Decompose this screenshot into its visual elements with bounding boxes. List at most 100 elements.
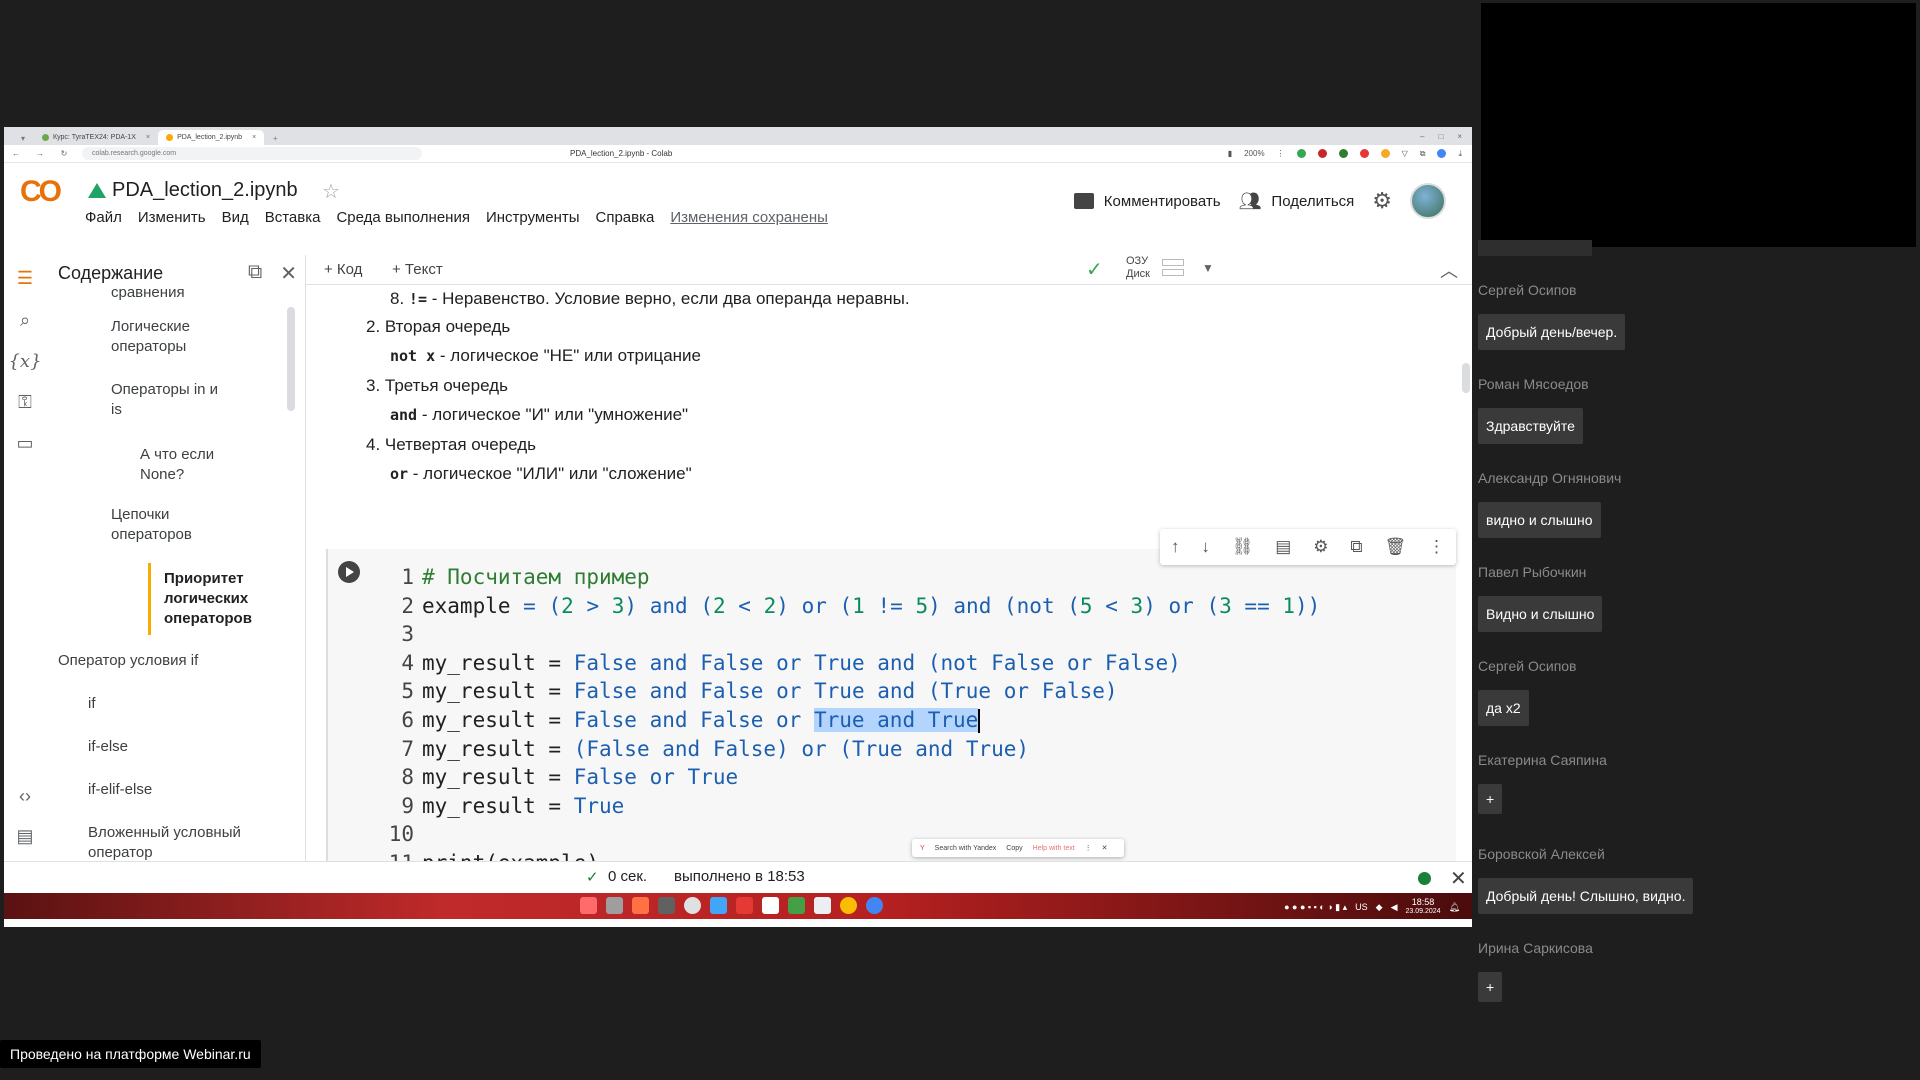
comment-cell-icon[interactable]: ▤	[1275, 537, 1291, 557]
keyboard-layout[interactable]: US	[1355, 902, 1368, 912]
filter-icon[interactable]: ▽	[1402, 149, 1408, 158]
zoom-indicator[interactable]: 200%	[1244, 149, 1264, 158]
popup-close-icon[interactable]: ✕	[1102, 844, 1108, 852]
terminal-app-icon[interactable]	[658, 897, 675, 914]
menu-insert[interactable]: Вставка	[265, 209, 321, 226]
menu-help[interactable]: Справка	[596, 209, 655, 226]
code-line[interactable]: 7 my_result = (False and False) or (True …	[384, 735, 1320, 764]
tray-icons[interactable]: ● ● ● ▪ ▪ ◐ ◑ ▮ ▴	[1284, 902, 1347, 913]
toc-item[interactable]: Оператор условия if	[58, 651, 198, 671]
code-line[interactable]: 11 print(example)	[384, 849, 1320, 861]
folder-icon[interactable]: ▭	[12, 430, 38, 456]
extension-icon[interactable]	[1380, 149, 1390, 158]
code-line[interactable]: 6 my_result = False and False or True and…	[384, 706, 1320, 735]
menu-file[interactable]: Файл	[85, 209, 122, 226]
colab-logo[interactable]: CO	[20, 175, 62, 209]
terminal-icon[interactable]: ▤	[12, 823, 38, 849]
add-text-button[interactable]: + Текст	[392, 261, 443, 278]
chevron-down-icon[interactable]: ▼	[1202, 261, 1214, 275]
variables-icon[interactable]: {x}	[8, 348, 41, 374]
more-options-icon[interactable]: ⋮	[1428, 537, 1445, 557]
tab-search-icon[interactable]: ▾	[12, 131, 34, 145]
move-down-icon[interactable]: ↓	[1201, 537, 1210, 557]
avatar[interactable]	[1410, 183, 1446, 219]
copy-button[interactable]: Copy	[1006, 845, 1022, 852]
puzzle-icon[interactable]: ⧉	[1420, 149, 1426, 159]
app-icon[interactable]	[632, 897, 649, 914]
key-icon[interactable]: ⚿	[12, 389, 38, 415]
code-line[interactable]: 4 my_result = False and False or True and…	[384, 649, 1320, 678]
toc-icon[interactable]: ☰	[12, 265, 38, 291]
app-icon[interactable]	[736, 897, 753, 914]
download-icon[interactable]: ⤓	[1458, 149, 1462, 159]
link-icon[interactable]: ⛓	[1232, 537, 1254, 557]
move-up-icon[interactable]: ↑	[1171, 537, 1180, 557]
search-icon[interactable]: ⌕	[12, 307, 38, 333]
more-icon[interactable]: ⋮	[1277, 149, 1285, 158]
help-text-button[interactable]: Help with text	[1033, 845, 1075, 852]
menu-tools[interactable]: Инструменты	[486, 209, 580, 226]
new-tab-icon[interactable]: +	[264, 131, 286, 145]
toc-scrollbar[interactable]	[287, 307, 295, 411]
app-icon[interactable]	[814, 897, 831, 914]
chevron-up-icon[interactable]: ︿	[1440, 257, 1458, 283]
files-icon[interactable]	[606, 897, 623, 914]
open-in-tab-icon[interactable]: ⧉	[248, 261, 262, 286]
app-icon[interactable]	[684, 897, 701, 914]
code-line[interactable]: 8 my_result = False or True	[384, 763, 1320, 792]
toc-item[interactable]: Вложенный условный оператор	[88, 823, 268, 861]
close-icon[interactable]: ✕	[280, 261, 297, 286]
window-close-icon[interactable]: ×	[1457, 132, 1462, 141]
toc-item[interactable]: сравнения	[111, 283, 185, 303]
popup-more-icon[interactable]: ⋮	[1085, 844, 1092, 852]
chrome-icon[interactable]	[866, 897, 883, 914]
yandex-browser-icon[interactable]	[762, 897, 779, 914]
menu-view[interactable]: Вид	[222, 209, 249, 226]
settings-gear-icon[interactable]: ⚙	[1372, 188, 1392, 214]
profile-icon[interactable]	[1437, 149, 1447, 158]
toc-item[interactable]: Операторы in и is	[111, 380, 231, 420]
notification-icon[interactable]: 🔔︎	[1449, 902, 1460, 913]
runtime-status-icon[interactable]	[1418, 872, 1431, 885]
saved-status[interactable]: Изменения сохранены	[670, 209, 828, 226]
notebook-title[interactable]: PDA_lection_2.ipynb	[112, 179, 298, 202]
code-editor[interactable]: 1 # Посчитаем пример 2 example = (2 > 3) an…	[384, 563, 1321, 861]
toc-item[interactable]: if-else	[88, 737, 128, 757]
forward-icon[interactable]: →	[28, 149, 52, 158]
close-tab-icon[interactable]: ×	[146, 134, 150, 141]
google-drive-icon[interactable]	[88, 183, 106, 198]
code-line[interactable]: 3	[384, 620, 1320, 649]
extension-icon[interactable]	[1296, 149, 1306, 158]
telegram-icon[interactable]	[710, 897, 727, 914]
extension-icon[interactable]	[1317, 149, 1327, 158]
pycharm-icon[interactable]	[788, 897, 805, 914]
code-line[interactable]: 1 # Посчитаем пример	[384, 563, 1320, 592]
mirror-cell-icon[interactable]: ⧉	[1350, 537, 1362, 557]
browser-tab-colab[interactable]: PDA_lection_2.ipynb ×	[158, 130, 265, 145]
code-snippets-icon[interactable]: ‹›	[12, 783, 38, 809]
toc-item-active[interactable]: Приоритет логических операторов	[164, 569, 274, 629]
share-button[interactable]: 👥︎ Поделиться	[1239, 191, 1355, 212]
code-cell[interactable]: ↑ ↓ ⛓ ▤ ⚙ ⧉ 🗑︎ ⋮ 1 # Посчитаем пример 2 exa…	[326, 529, 1456, 861]
extension-icon[interactable]	[1338, 149, 1348, 158]
clock[interactable]: 18:58 23.09.2024	[1406, 898, 1441, 916]
run-cell-button[interactable]	[338, 561, 360, 583]
back-icon[interactable]: ←	[4, 149, 28, 158]
url-input[interactable]: colab.research.google.com	[82, 147, 422, 160]
code-line[interactable]: 5 my_result = False and False or True and…	[384, 677, 1320, 706]
toc-item[interactable]: if	[88, 694, 96, 714]
code-line[interactable]: 10	[384, 820, 1320, 849]
search-yandex-button[interactable]: Search with Yandex	[935, 845, 997, 852]
app-icon[interactable]	[580, 897, 597, 914]
reload-icon[interactable]: ↻	[52, 149, 76, 158]
resources-indicator[interactable]: ОЗУ Диск	[1126, 255, 1150, 281]
toc-item[interactable]: Цепочки операторов	[111, 505, 221, 545]
code-line[interactable]: 2 example = (2 > 3) and (2 < 2) or (1 != …	[384, 592, 1320, 621]
network-icon[interactable]: ◆	[1376, 902, 1383, 913]
cell-settings-icon[interactable]: ⚙	[1313, 537, 1328, 557]
close-tab-icon[interactable]: ×	[252, 134, 256, 141]
delete-icon[interactable]: 🗑︎	[1384, 537, 1406, 557]
add-code-button[interactable]: + Код	[324, 261, 362, 278]
check-icon[interactable]: ✓	[1086, 257, 1103, 282]
volume-icon[interactable]: ◀	[1391, 902, 1398, 913]
